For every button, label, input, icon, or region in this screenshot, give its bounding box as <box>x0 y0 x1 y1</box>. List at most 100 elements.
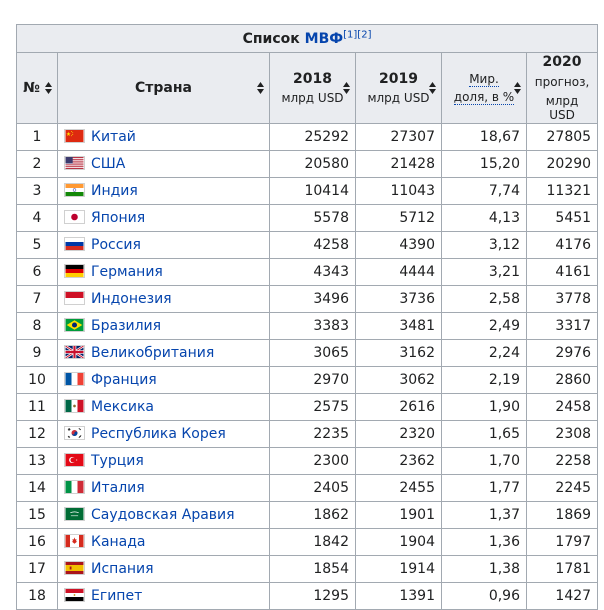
country-link[interactable]: Республика Корея <box>91 426 226 442</box>
country-link[interactable]: Китай <box>91 129 136 145</box>
country-link[interactable]: Италия <box>91 480 145 496</box>
imf-link[interactable]: МВФ <box>305 31 344 47</box>
country-link[interactable]: Египет <box>91 588 142 604</box>
sort-icon[interactable] <box>45 82 52 94</box>
gdp-2019-cell: 5712 <box>355 204 442 232</box>
table-row: 8 Бразилия 3383 3481 2,49 3317 <box>16 312 599 340</box>
rank-cell: 11 <box>16 393 58 421</box>
saudi-arabia-flag-icon <box>64 507 85 521</box>
rank-cell: 17 <box>16 555 58 583</box>
country-link[interactable]: Бразилия <box>91 318 161 334</box>
gdp-2018-cell: 2235 <box>269 420 356 448</box>
table-row: 17 Испания 1854 1914 1,38 1781 <box>16 555 599 583</box>
caption-refs[interactable]: [1][2] <box>343 29 371 40</box>
table-row: 5 Россия 4258 4390 3,12 4176 <box>16 231 599 259</box>
world-share-cell: 2,58 <box>441 285 527 313</box>
country-link[interactable]: Саудовская Аравия <box>91 507 235 523</box>
country-link[interactable]: Индонезия <box>91 291 172 307</box>
gdp-2018-cell: 1842 <box>269 528 356 556</box>
canada-flag-icon <box>64 534 85 548</box>
country-link[interactable]: США <box>91 156 125 172</box>
gdp-2018-cell: 3065 <box>269 339 356 367</box>
rank-cell: 5 <box>16 231 58 259</box>
rank-header[interactable]: № <box>16 52 58 124</box>
gdp-2019-cell: 4444 <box>355 258 442 286</box>
gdp-2018-cell: 4258 <box>269 231 356 259</box>
world-share-cell: 1,37 <box>441 501 527 529</box>
sort-icon[interactable] <box>257 82 264 94</box>
year-2019-header[interactable]: 2019 млрд USD <box>355 52 442 124</box>
world-share-cell: 7,74 <box>441 177 527 205</box>
country-link[interactable]: Великобритания <box>91 345 214 361</box>
country-link[interactable]: Франция <box>91 372 157 388</box>
gdp-2018-cell: 3383 <box>269 312 356 340</box>
country-link[interactable]: Испания <box>91 561 154 577</box>
gdp-table: Список МВФ[1][2] № Страна 2018 млрд USD … <box>15 24 599 610</box>
country-cell: Италия <box>57 474 270 502</box>
sort-icon[interactable] <box>429 82 436 94</box>
world-share-header[interactable]: Мир. доля, в % <box>441 52 527 124</box>
gdp-2019-cell: 2320 <box>355 420 442 448</box>
country-link[interactable]: Канада <box>91 534 146 550</box>
country-link[interactable]: Россия <box>91 237 141 253</box>
gdp-2018-cell: 2300 <box>269 447 356 475</box>
country-link[interactable]: Индия <box>91 183 138 199</box>
table-row: 1 Китай 25292 27307 18,67 27805 <box>16 123 599 151</box>
rank-cell: 3 <box>16 177 58 205</box>
table-row: 9 Великобритания 3065 3162 2,24 2976 <box>16 339 599 367</box>
brazil-flag-icon <box>64 318 85 332</box>
table-row: 4 Япония 5578 5712 4,13 5451 <box>16 204 599 232</box>
gdp-2019-cell: 2455 <box>355 474 442 502</box>
world-share-cell: 2,19 <box>441 366 527 394</box>
uk-flag-icon <box>64 345 85 359</box>
gdp-2020-cell: 2258 <box>525 447 599 475</box>
year-2018-label: 2018 <box>293 71 332 87</box>
gdp-2020-cell: 5451 <box>525 204 599 232</box>
country-link[interactable]: Турция <box>91 453 144 469</box>
gdp-2019-cell: 1904 <box>355 528 442 556</box>
year-2018-header[interactable]: 2018 млрд USD <box>269 52 356 124</box>
country-link[interactable]: Германия <box>91 264 163 280</box>
sort-icon[interactable] <box>514 82 521 94</box>
gdp-2019-cell: 2362 <box>355 447 442 475</box>
gdp-2020-cell: 27805 <box>525 123 599 151</box>
gdp-2020-cell: 1781 <box>525 555 599 583</box>
table-row: 16 Канада 1842 1904 1,36 1797 <box>16 528 599 556</box>
country-cell: Россия <box>57 231 270 259</box>
gdp-2019-cell: 3162 <box>355 339 442 367</box>
year-2020-forecast: прогноз, <box>534 75 590 89</box>
rank-cell: 1 <box>16 123 58 151</box>
rank-cell: 8 <box>16 312 58 340</box>
world-share-cell: 15,20 <box>441 150 527 178</box>
gdp-2019-cell: 1391 <box>355 582 442 610</box>
country-cell: Турция <box>57 447 270 475</box>
gdp-2020-cell: 2860 <box>525 366 599 394</box>
sort-icon[interactable] <box>343 82 350 94</box>
world-share-cell: 1,90 <box>441 393 527 421</box>
turkey-flag-icon <box>64 453 85 467</box>
country-cell: Канада <box>57 528 270 556</box>
country-header[interactable]: Страна <box>57 52 270 124</box>
table-row: 2 США 20580 21428 15,20 20290 <box>16 150 599 178</box>
year-2020-header: 2020 прогноз, млрд USD <box>525 52 599 124</box>
indonesia-flag-icon <box>64 291 85 305</box>
country-link[interactable]: Япония <box>91 210 145 226</box>
world-share-bottom-text: доля, в % <box>453 90 515 105</box>
china-flag-icon <box>64 129 85 143</box>
country-link[interactable]: Мексика <box>91 399 154 415</box>
gdp-2018-cell: 1862 <box>269 501 356 529</box>
gdp-2019-cell: 2616 <box>355 393 442 421</box>
world-share-cell: 2,24 <box>441 339 527 367</box>
rank-cell: 12 <box>16 420 58 448</box>
world-share-cell: 1,77 <box>441 474 527 502</box>
year-2019-unit: млрд USD <box>367 91 430 105</box>
table-row: 14 Италия 2405 2455 1,77 2245 <box>16 474 599 502</box>
country-cell: Китай <box>57 123 270 151</box>
world-share-top-text: Мир. <box>469 72 499 87</box>
gdp-2018-cell: 2970 <box>269 366 356 394</box>
world-share-cell: 2,49 <box>441 312 527 340</box>
country-cell: США <box>57 150 270 178</box>
france-flag-icon <box>64 372 85 386</box>
gdp-2019-cell: 27307 <box>355 123 442 151</box>
caption-text: Список <box>242 30 305 47</box>
